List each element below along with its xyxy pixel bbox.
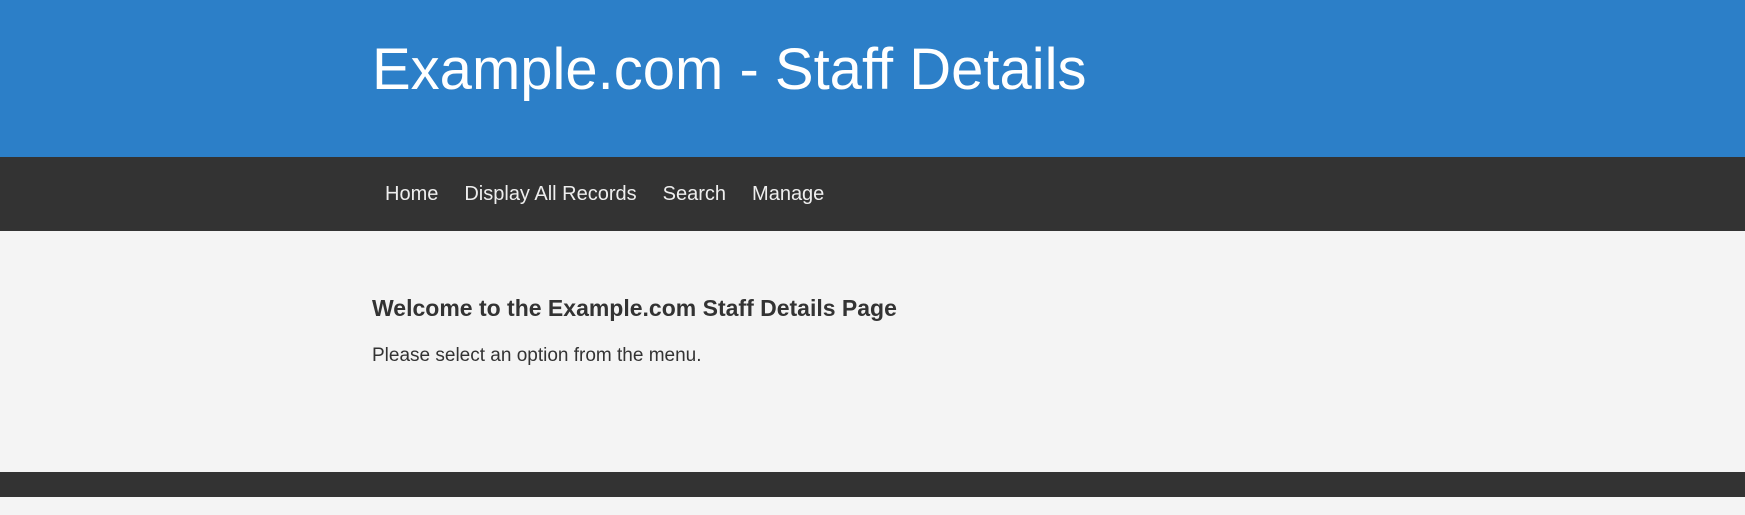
nav-link-manage[interactable]: Manage: [739, 157, 837, 231]
main-content: Welcome to the Example.com Staff Details…: [0, 231, 1745, 472]
nav-item-manage: Manage: [739, 157, 837, 231]
welcome-heading: Welcome to the Example.com Staff Details…: [372, 295, 897, 321]
main-navigation: Home Display All Records Search Manage: [0, 157, 1745, 231]
footer-bar: [0, 472, 1745, 497]
nav-item-home: Home: [372, 157, 451, 231]
nav-item-display-all-records: Display All Records: [451, 157, 649, 231]
nav-link-display-all-records[interactable]: Display All Records: [451, 157, 649, 231]
nav-menu: Home Display All Records Search Manage: [372, 157, 837, 231]
nav-link-search[interactable]: Search: [650, 157, 739, 231]
nav-link-home[interactable]: Home: [372, 157, 451, 231]
welcome-message: Please select an option from the menu.: [372, 345, 702, 366]
page-bottom: [0, 497, 1745, 515]
nav-item-search: Search: [650, 157, 739, 231]
site-title: Example.com - Staff Details: [372, 37, 1087, 102]
site-header: Example.com - Staff Details: [0, 0, 1745, 157]
